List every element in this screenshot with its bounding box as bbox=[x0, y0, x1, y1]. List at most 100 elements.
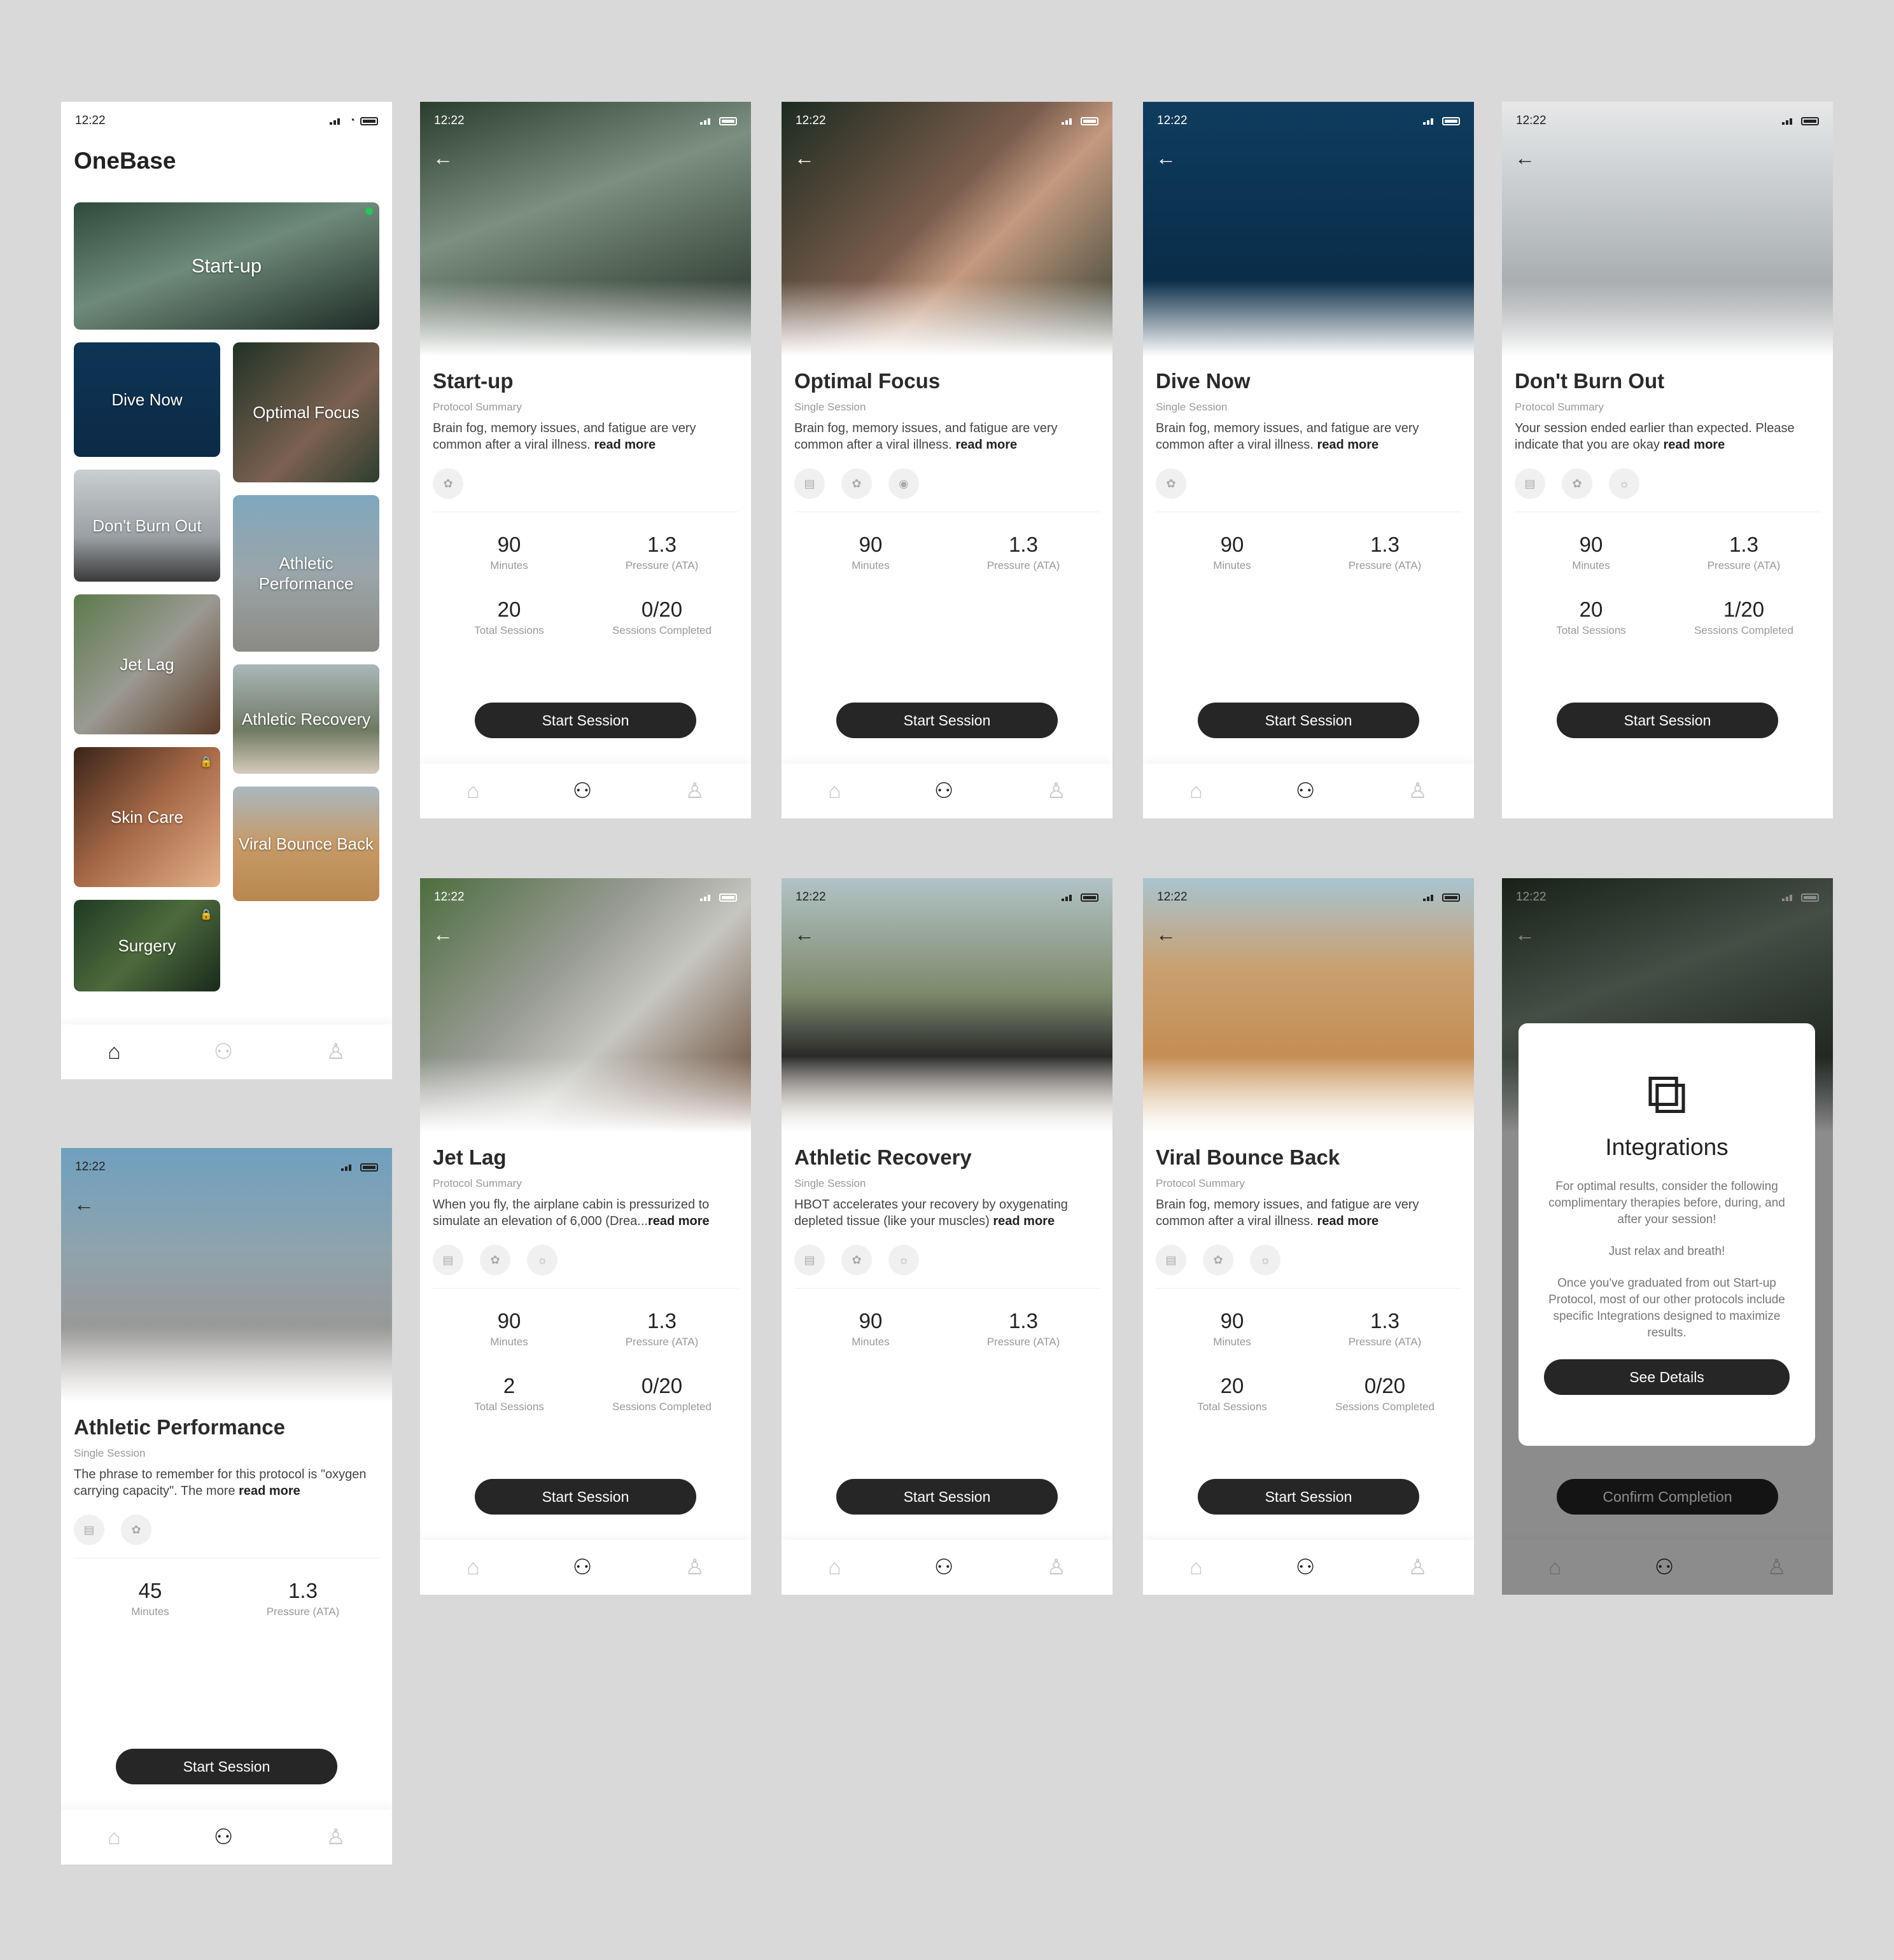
start-session-button[interactable]: Start Session bbox=[1557, 703, 1778, 738]
profile-icon[interactable]: ♙ bbox=[685, 778, 704, 804]
tile-skin-care[interactable]: Skin Care 🔒 bbox=[74, 747, 220, 887]
light-icon[interactable]: ☼ bbox=[1609, 468, 1639, 499]
sessions-icon[interactable]: ⚇ bbox=[573, 778, 592, 804]
breath-icon[interactable]: ✿ bbox=[841, 1245, 872, 1275]
read-more-link[interactable]: read more bbox=[239, 1484, 300, 1498]
integration-icons: ▤ ✿ bbox=[74, 1515, 379, 1558]
profile-icon[interactable]: ♙ bbox=[1408, 1555, 1427, 1580]
home-icon[interactable]: ⌂ bbox=[466, 779, 480, 804]
read-more-link[interactable]: read more bbox=[1317, 1214, 1378, 1228]
sessions-icon[interactable]: ⚇ bbox=[573, 1555, 592, 1580]
read-more-link[interactable]: read more bbox=[648, 1214, 710, 1228]
profile-icon[interactable]: ♙ bbox=[326, 1824, 345, 1850]
arrow-left-icon[interactable]: ← bbox=[794, 146, 815, 170]
stat-label: Sessions Completed bbox=[1335, 1401, 1435, 1413]
home-icon[interactable]: ⌂ bbox=[1189, 1555, 1203, 1580]
tile-viral-bounce-back[interactable]: Viral Bounce Back bbox=[233, 787, 379, 901]
supplement-icon[interactable]: ▤ bbox=[1515, 468, 1545, 499]
sessions-icon[interactable]: ⚇ bbox=[1296, 778, 1315, 804]
read-more-link[interactable]: read more bbox=[1317, 438, 1378, 452]
breath-icon[interactable]: ✿ bbox=[1562, 468, 1592, 499]
supplement-icon[interactable]: ▤ bbox=[74, 1515, 104, 1545]
arrow-left-icon[interactable]: ← bbox=[1156, 923, 1176, 946]
breath-icon[interactable]: ✿ bbox=[841, 468, 872, 499]
home-icon[interactable]: ⌂ bbox=[828, 779, 841, 804]
profile-icon[interactable]: ♙ bbox=[685, 1555, 704, 1580]
supplement-icon[interactable]: ▤ bbox=[433, 1245, 463, 1275]
profile-icon[interactable]: ♙ bbox=[1046, 1555, 1065, 1580]
start-session-button[interactable]: Start Session bbox=[836, 1479, 1058, 1515]
light-icon[interactable]: ◉ bbox=[888, 468, 919, 499]
signal-icon bbox=[341, 1163, 355, 1171]
status-bar: 12:22 bbox=[61, 1148, 392, 1186]
tile-startup[interactable]: Start-up bbox=[74, 202, 379, 330]
tile-dive-now[interactable]: Dive Now bbox=[74, 342, 220, 457]
tile-jet-lag[interactable]: Jet Lag bbox=[74, 594, 220, 734]
stat-label: Pressure (ATA) bbox=[625, 1336, 699, 1348]
arrow-left-icon[interactable]: ← bbox=[74, 1193, 94, 1216]
profile-icon[interactable]: ♙ bbox=[326, 1039, 345, 1065]
battery-icon bbox=[360, 116, 378, 125]
tab-bar: ⌂ ⚇ ♙ bbox=[61, 1025, 392, 1079]
start-session-button[interactable]: Start Session bbox=[1198, 1479, 1419, 1515]
start-session-button[interactable]: Start Session bbox=[475, 703, 696, 738]
tile-athletic-recovery[interactable]: Athletic Recovery bbox=[233, 664, 379, 774]
tab-bar: ⌂ ⚇ ♙ bbox=[782, 1540, 1112, 1595]
supplement-icon[interactable]: ▤ bbox=[794, 1245, 825, 1275]
stat-minutes[interactable]: 90 Minutes bbox=[1156, 533, 1308, 572]
home-icon[interactable]: ⌂ bbox=[108, 1825, 121, 1850]
see-details-button[interactable]: See Details bbox=[1544, 1359, 1790, 1395]
tile-optimal-focus[interactable]: Optimal Focus bbox=[233, 342, 379, 482]
start-session-button[interactable]: Start Session bbox=[1198, 703, 1419, 738]
sessions-icon[interactable]: ⚇ bbox=[934, 778, 953, 804]
home-icon[interactable]: ⌂ bbox=[1189, 779, 1203, 804]
stat-value: 0/20 bbox=[641, 598, 683, 621]
arrow-left-icon[interactable]: ← bbox=[433, 146, 453, 170]
start-session-button[interactable]: Start Session bbox=[116, 1749, 337, 1784]
tile-athletic-performance[interactable]: Athletic Performance bbox=[233, 495, 379, 652]
start-session-button[interactable]: Start Session bbox=[475, 1479, 696, 1515]
tab-bar: ⌂ ⚇ ♙ bbox=[782, 764, 1112, 818]
sessions-icon[interactable]: ⚇ bbox=[934, 1555, 953, 1580]
stat-completed: 1/20 Sessions Completed bbox=[1667, 598, 1820, 637]
home-icon[interactable]: ⌂ bbox=[108, 1040, 121, 1065]
home-icon[interactable]: ⌂ bbox=[466, 1555, 480, 1580]
stat-total[interactable]: 20 Total Sessions bbox=[1515, 598, 1667, 637]
arrow-left-icon[interactable]: ← bbox=[1156, 146, 1176, 170]
breath-icon[interactable]: ✿ bbox=[480, 1245, 510, 1275]
tile-dont-burn-out[interactable]: Don't Burn Out bbox=[74, 470, 220, 582]
light-icon[interactable]: ☼ bbox=[527, 1245, 558, 1275]
arrow-left-icon[interactable]: ← bbox=[433, 923, 453, 946]
read-more-link[interactable]: read more bbox=[1663, 438, 1725, 452]
stat-value: 1.3 bbox=[647, 1309, 677, 1333]
jet-lag-screen: 12:22 ← Jet Lag Protocol Summary When yo… bbox=[420, 878, 751, 1595]
light-icon[interactable]: ☼ bbox=[888, 1245, 919, 1275]
status-bar: 12:22 bbox=[420, 102, 751, 140]
breath-icon[interactable]: ✿ bbox=[1156, 468, 1186, 499]
profile-icon[interactable]: ♙ bbox=[1408, 778, 1427, 804]
arrow-left-icon[interactable]: ← bbox=[1515, 146, 1535, 170]
breath-icon[interactable]: ✿ bbox=[1203, 1245, 1233, 1275]
profile-icon[interactable]: ♙ bbox=[1046, 778, 1065, 804]
supplement-icon[interactable]: ▤ bbox=[1156, 1245, 1186, 1275]
supplement-icon[interactable]: ▤ bbox=[794, 468, 825, 499]
stat-minutes: 90 Minutes bbox=[1156, 1309, 1308, 1348]
light-icon[interactable]: ☼ bbox=[1250, 1245, 1280, 1275]
stat-label: Sessions Completed bbox=[612, 1401, 712, 1413]
stat-minutes[interactable]: 90 Minutes bbox=[433, 533, 586, 572]
sessions-icon[interactable]: ⚇ bbox=[214, 1824, 233, 1850]
read-more-link[interactable]: read more bbox=[594, 438, 656, 452]
tile-surgery[interactable]: Surgery 🔒 bbox=[74, 900, 220, 991]
arrow-left-icon[interactable]: ← bbox=[794, 923, 815, 946]
breath-icon[interactable]: ✿ bbox=[121, 1515, 151, 1545]
sessions-icon[interactable]: ⚇ bbox=[214, 1039, 233, 1065]
read-more-link[interactable]: read more bbox=[993, 1214, 1055, 1228]
stat-value: 20 bbox=[497, 598, 521, 621]
sessions-icon[interactable]: ⚇ bbox=[1296, 1555, 1315, 1580]
read-more-link[interactable]: read more bbox=[955, 438, 1017, 452]
start-session-button[interactable]: Start Session bbox=[836, 703, 1058, 738]
home-icon[interactable]: ⌂ bbox=[828, 1555, 841, 1580]
tab-bar: ⌂ ⚇ ♙ bbox=[1143, 1540, 1474, 1595]
stat-value: 1.3 bbox=[647, 533, 677, 556]
breath-icon[interactable]: ✿ bbox=[433, 468, 463, 499]
